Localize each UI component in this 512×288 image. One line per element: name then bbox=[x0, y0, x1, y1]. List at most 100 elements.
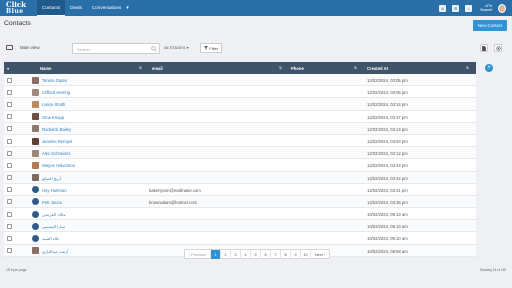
contact-created-at: 10/02/2024, 09:13 am bbox=[367, 224, 408, 230]
table-row[interactable]: Gina Knapp 12/02/2024, 03:37 pm bbox=[4, 111, 476, 123]
row-checkbox[interactable] bbox=[7, 162, 12, 168]
pagination-page-8[interactable]: 8 bbox=[281, 250, 291, 259]
bell-icon[interactable]: ♪ bbox=[465, 4, 473, 12]
export-button[interactable] bbox=[480, 44, 488, 52]
table-row[interactable]: علاء السيد 10/02/2024, 09:10 am bbox=[4, 232, 476, 245]
sort-icon[interactable]: ⇅ bbox=[466, 66, 469, 70]
select-all-checkbox[interactable]: ♦ bbox=[7, 66, 9, 71]
contact-created-at: 10/02/2024, 08:58 am bbox=[367, 248, 408, 254]
search-placeholder: Search bbox=[77, 46, 90, 52]
contact-name-link[interactable]: Wayne Halvorson bbox=[42, 163, 75, 168]
nav-contacts[interactable]: Contacts bbox=[37, 0, 66, 16]
gear-icon[interactable]: ⚙ bbox=[452, 4, 460, 12]
table-row[interactable]: Clifford Herring 12/02/2024, 03:05 pm bbox=[4, 86, 476, 99]
row-checkbox[interactable] bbox=[7, 187, 12, 193]
contact-created-at: 10/02/2024, 09:13 am bbox=[367, 212, 408, 218]
table-row[interactable]: Jeanine Rempel 12/02/2024, 03:53 pm bbox=[4, 135, 476, 148]
contact-name-link[interactable]: أريج الصائغ bbox=[42, 176, 61, 181]
row-checkbox[interactable] bbox=[7, 89, 12, 95]
row-checkbox[interactable] bbox=[7, 223, 12, 229]
contact-name-link[interactable]: Alex Schneider bbox=[42, 151, 70, 156]
pagination-page-4[interactable]: 4 bbox=[241, 250, 251, 259]
row-checkbox[interactable] bbox=[7, 150, 12, 156]
sort-icon[interactable]: ⇅ bbox=[354, 66, 357, 70]
search-input[interactable]: Search bbox=[72, 42, 160, 54]
app-logo[interactable]: Click Blue bbox=[0, 0, 34, 16]
table-row[interactable]: مالك الفريحي 10/02/2024, 09:13 am bbox=[4, 208, 476, 221]
row-checkbox[interactable] bbox=[7, 236, 12, 242]
nav-deals[interactable]: Deals bbox=[65, 0, 87, 16]
pagination-page-10[interactable]: 10 bbox=[301, 250, 311, 259]
pagination-page-9[interactable]: 9 bbox=[291, 250, 301, 259]
contact-created-at: 12/02/2024, 03:37 pm bbox=[367, 114, 408, 120]
contact-name-link[interactable]: Clifford Herring bbox=[42, 90, 70, 95]
user-menu[interactable]: •4°N Shareef bbox=[480, 4, 492, 12]
row-checkbox[interactable] bbox=[7, 175, 12, 181]
table-row[interactable]: Lance Smith 12/02/2024, 03:14 pm bbox=[4, 98, 476, 111]
column-header-phone[interactable]: Phone bbox=[291, 66, 304, 71]
contact-name-link[interactable]: Petr Jouce bbox=[42, 200, 62, 205]
contact-name-link[interactable]: أرشد عبدالباري bbox=[42, 249, 68, 254]
pagination-page-3[interactable]: 3 bbox=[231, 250, 241, 259]
table-row[interactable]: أريج الصائغ 12/02/2024, 03:42 pm bbox=[4, 171, 476, 184]
row-checkbox[interactable] bbox=[7, 114, 12, 120]
pagination-previous[interactable]: ‹ Previous bbox=[185, 250, 211, 259]
sort-icon[interactable]: ⇅ bbox=[139, 66, 142, 70]
table-row[interactable]: Hoy Hartman bakertyson@mailinator.com 12/0… bbox=[4, 184, 476, 196]
new-contact-button[interactable]: New Contact bbox=[473, 20, 507, 31]
column-header-email[interactable]: email bbox=[152, 66, 163, 71]
pagination-page-5[interactable]: 5 bbox=[251, 250, 261, 259]
contact-name-link[interactable]: Lance Smith bbox=[42, 102, 65, 107]
pagination-page-2[interactable]: 2 bbox=[221, 250, 231, 259]
pagination-next[interactable]: Next › bbox=[311, 250, 329, 259]
add-column-button[interactable]: + bbox=[485, 64, 493, 72]
nav-more-chevron-down-icon[interactable]: ▾ bbox=[126, 0, 131, 16]
avatar bbox=[32, 174, 39, 182]
filter-button[interactable]: Filter bbox=[200, 43, 222, 53]
avatar bbox=[32, 247, 39, 255]
settings-button[interactable] bbox=[494, 44, 502, 52]
table-row[interactable]: سارا البسيس 10/02/2024, 09:13 am bbox=[4, 220, 476, 233]
view-selector[interactable]: Main view bbox=[20, 45, 40, 50]
pagination-page-6[interactable]: 6 bbox=[261, 250, 271, 259]
contact-name-link[interactable]: سارا البسيس bbox=[42, 224, 65, 229]
logo-top-text: Click bbox=[6, 0, 27, 9]
sort-icon[interactable]: ⇅ bbox=[279, 66, 282, 70]
row-checkbox[interactable] bbox=[7, 199, 12, 205]
contact-name-link[interactable]: Roderick Bailey bbox=[42, 127, 71, 132]
pagination-page-1[interactable]: 1 bbox=[211, 250, 221, 259]
avatar bbox=[32, 222, 39, 230]
column-header-created-at[interactable]: Created At bbox=[367, 66, 388, 71]
table-row[interactable]: Roderick Bailey 12/02/2024, 03:14 pm bbox=[4, 122, 476, 135]
contact-name-link[interactable]: Hoy Hartman bbox=[42, 188, 67, 193]
table-row[interactable]: Alex Schneider 12/02/2024, 03:12 pm bbox=[4, 147, 476, 160]
view-icon[interactable] bbox=[6, 45, 13, 50]
stage-filter-dropdown[interactable]: All STAGES ▾ bbox=[164, 45, 189, 50]
table-row[interactable]: Teresa Gates 12/02/2024, 03:05 pm bbox=[4, 74, 476, 87]
table-row[interactable]: Petr Jouce brownadam@hotmer.com 12/02/2024… bbox=[4, 195, 476, 209]
row-checkbox[interactable] bbox=[7, 211, 12, 217]
contact-name-link[interactable]: Teresa Gates bbox=[42, 78, 67, 83]
table-body: Teresa Gates 12/02/2024, 03:05 pm Clifford… bbox=[4, 74, 476, 257]
nav-conversations[interactable]: Conversations bbox=[87, 0, 126, 16]
row-checkbox[interactable] bbox=[7, 101, 12, 107]
per-page-selector[interactable]: 15 ▾ per page bbox=[6, 268, 27, 272]
row-checkbox[interactable] bbox=[7, 126, 12, 132]
translate-icon[interactable]: A bbox=[439, 4, 447, 12]
pagination-page-7[interactable]: 7 bbox=[271, 250, 281, 259]
contact-created-at: 12/02/2024, 03:12 pm bbox=[367, 151, 408, 157]
contact-name-link[interactable]: مالك الفريحي bbox=[42, 212, 66, 217]
column-header-name[interactable]: Name bbox=[40, 66, 51, 71]
avatar[interactable] bbox=[498, 3, 506, 13]
contact-name-link[interactable]: Gina Knapp bbox=[42, 115, 64, 120]
contact-created-at: 12/02/2024, 03:14 pm bbox=[367, 126, 408, 132]
row-checkbox[interactable] bbox=[7, 77, 12, 83]
contact-name-link[interactable]: Jeanine Rempel bbox=[42, 139, 72, 144]
page-title: Contacts bbox=[4, 20, 31, 27]
contact-name-link[interactable]: علاء السيد bbox=[42, 236, 60, 241]
table-row[interactable]: Wayne Halvorson 12/02/2024, 03:43 pm bbox=[4, 159, 476, 172]
row-checkbox[interactable] bbox=[7, 138, 12, 144]
contact-email: bakertyson@mailinator.com bbox=[149, 187, 201, 193]
row-checkbox[interactable] bbox=[7, 248, 12, 254]
list-toolbar: Main view Search All STAGES ▾ Filter bbox=[4, 41, 508, 55]
